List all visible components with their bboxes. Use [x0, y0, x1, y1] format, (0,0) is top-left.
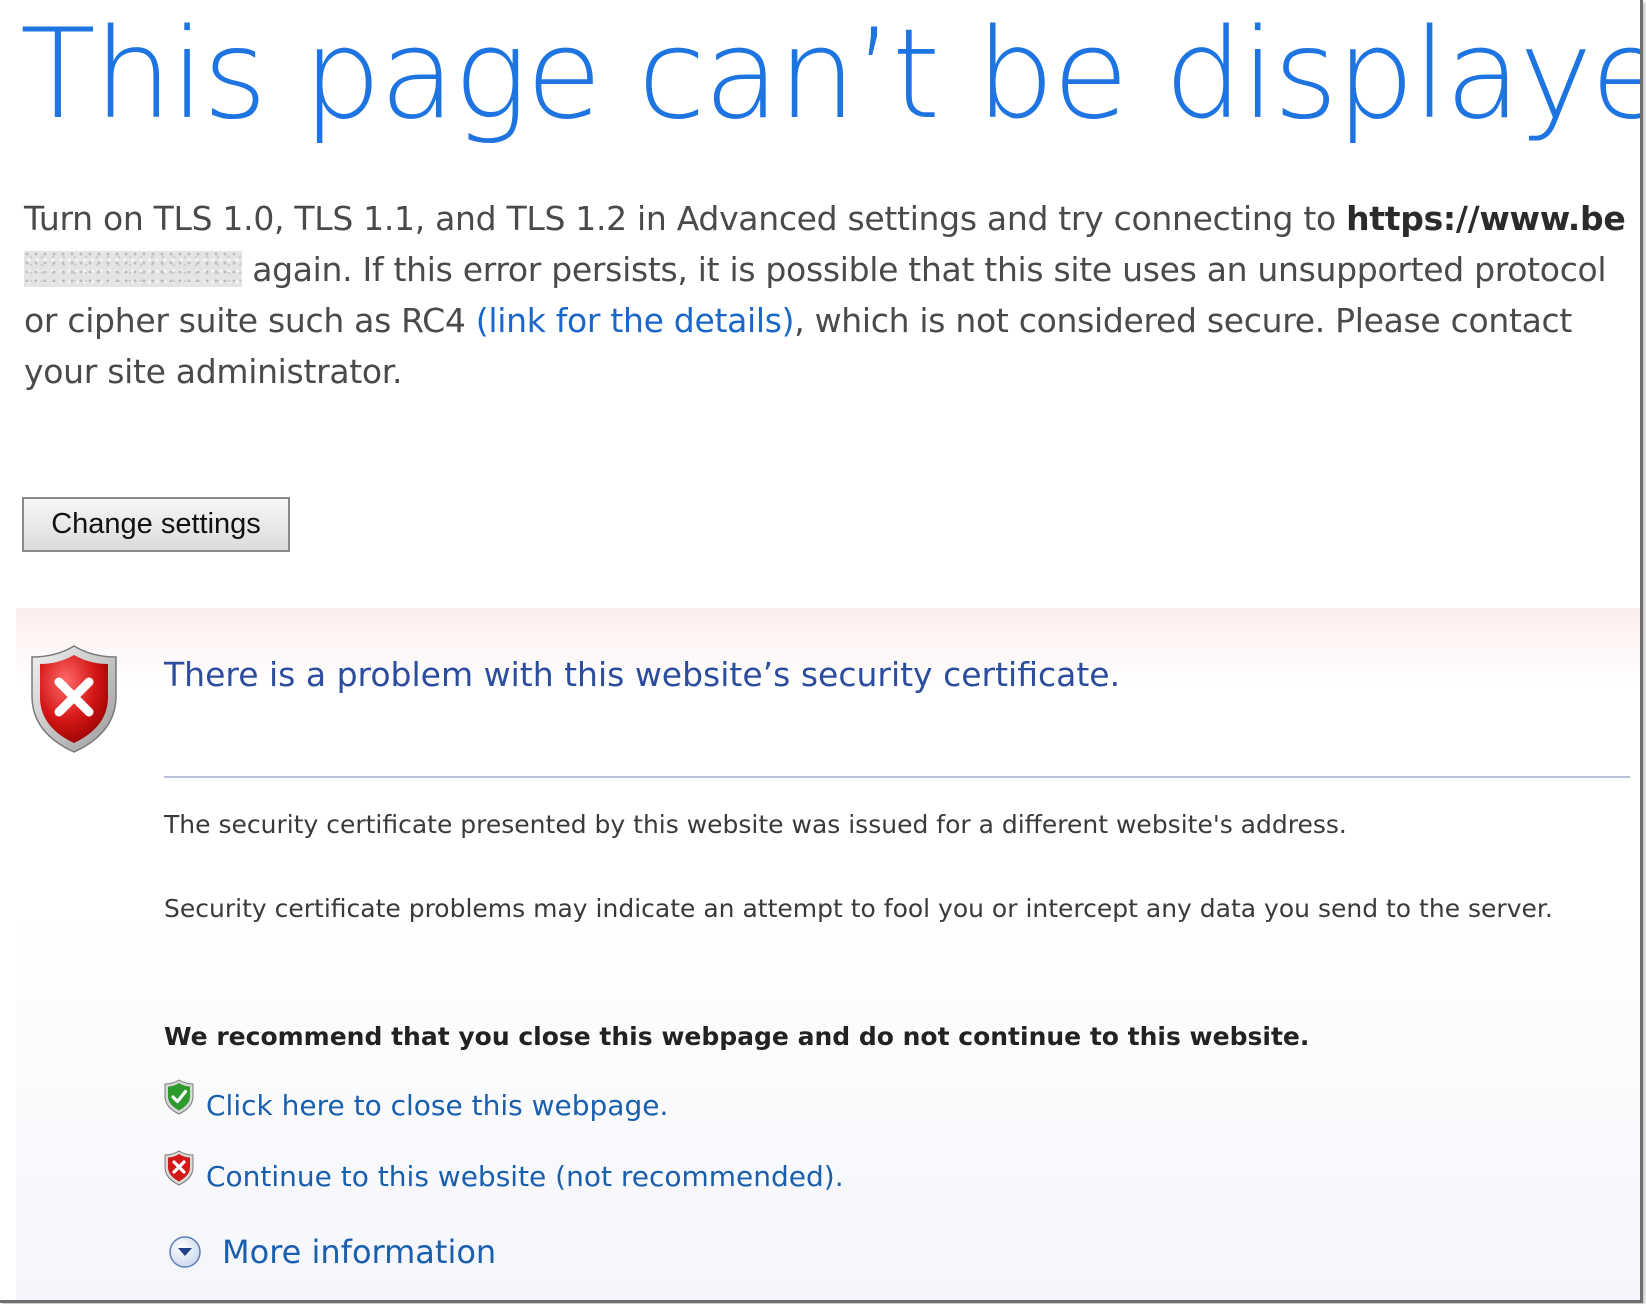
shield-x-icon [164, 1150, 194, 1186]
divider [164, 776, 1630, 778]
certificate-explanation: The security certificate presented by th… [164, 810, 1347, 839]
continue-website-row[interactable]: Continue to this website (not recommende… [164, 1150, 844, 1198]
details-link[interactable]: (link for the details) [476, 301, 795, 340]
chevron-down-circle-icon[interactable] [168, 1235, 202, 1269]
shield-error-icon [31, 645, 117, 753]
shield-check-icon [164, 1079, 194, 1115]
error-description: Turn on TLS 1.0, TLS 1.1, and TLS 1.2 in… [24, 193, 1634, 397]
change-settings-button[interactable]: Change settings [22, 497, 290, 552]
continue-website-link[interactable]: Continue to this website (not recommende… [206, 1160, 844, 1193]
close-webpage-row[interactable]: Click here to close this webpage. [164, 1079, 668, 1127]
redacted-url-portion [24, 251, 242, 287]
certificate-warning-title: There is a problem with this website’s s… [164, 655, 1121, 694]
recommendation-text: We recommend that you close this webpage… [164, 1022, 1310, 1051]
certificate-warning-panel: There is a problem with this website’s s… [16, 608, 1640, 1300]
site-url: https://www.be [1346, 199, 1626, 238]
description-text: Turn on TLS 1.0, TLS 1.1, and TLS 1.2 in… [24, 199, 1347, 238]
certificate-risk-text: Security certificate problems may indica… [164, 894, 1553, 923]
more-information-link[interactable]: More information [222, 1233, 496, 1271]
browser-page: This page can’t be displayed Turn on TLS… [0, 0, 1643, 1303]
more-information-row[interactable]: More information [168, 1230, 496, 1274]
close-webpage-link[interactable]: Click here to close this webpage. [206, 1089, 668, 1122]
page-title: This page can’t be displayed [20, 3, 1643, 147]
